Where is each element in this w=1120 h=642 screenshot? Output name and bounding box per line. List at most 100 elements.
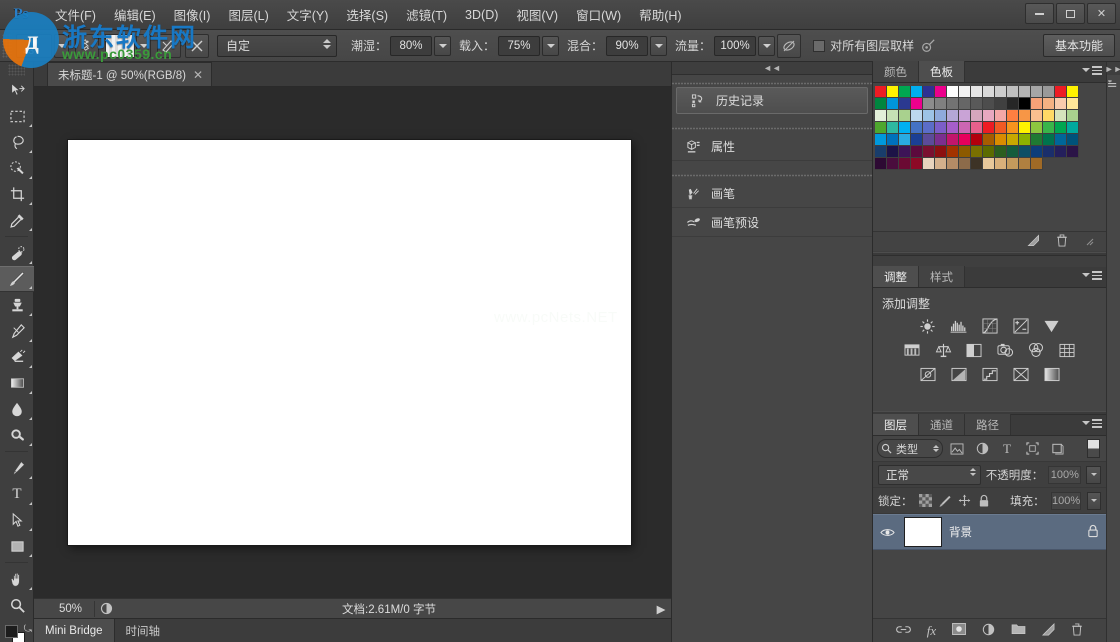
color-swatch[interactable] bbox=[1055, 98, 1067, 110]
swatch-grid[interactable] bbox=[873, 83, 1106, 170]
quick-selection-tool[interactable] bbox=[0, 155, 34, 181]
lock-position-icon[interactable] bbox=[958, 493, 971, 509]
canvas-document[interactable] bbox=[68, 140, 631, 545]
new-group-icon[interactable] bbox=[1011, 623, 1026, 638]
color-swatch[interactable] bbox=[1019, 98, 1031, 110]
color-swatch[interactable] bbox=[1007, 146, 1019, 158]
eyedropper-tool[interactable] bbox=[0, 207, 34, 233]
menu-view[interactable]: 视图(V) bbox=[507, 1, 567, 28]
maximize-button[interactable] bbox=[1056, 3, 1085, 24]
workspace-switcher-button[interactable]: 基本功能 bbox=[1042, 34, 1115, 57]
exposure-icon[interactable] bbox=[1010, 316, 1032, 336]
color-swatch[interactable] bbox=[971, 146, 983, 158]
color-swatch[interactable] bbox=[1055, 86, 1067, 98]
color-swatch[interactable] bbox=[995, 98, 1007, 110]
color-lookup-icon[interactable] bbox=[1056, 340, 1078, 360]
tab-color[interactable]: 颜色 bbox=[873, 61, 919, 82]
menu-type[interactable]: 文字(Y) bbox=[278, 1, 338, 28]
color-swatch[interactable] bbox=[995, 110, 1007, 122]
color-swatch[interactable] bbox=[1007, 134, 1019, 146]
color-swatch[interactable] bbox=[947, 158, 959, 170]
filter-smart-icon[interactable] bbox=[1046, 439, 1068, 459]
color-swatch[interactable] bbox=[935, 86, 947, 98]
mixer-color-dropdown-arrow[interactable] bbox=[136, 33, 151, 58]
tab-swatches[interactable]: 色板 bbox=[919, 61, 965, 82]
crop-tool[interactable] bbox=[0, 181, 34, 207]
color-swatch[interactable] bbox=[935, 110, 947, 122]
options-bar-grip[interactable] bbox=[2, 33, 12, 58]
color-swatch[interactable] bbox=[971, 86, 983, 98]
panel-item-properties[interactable]: 属性 bbox=[672, 132, 872, 161]
color-swatch[interactable] bbox=[899, 146, 911, 158]
layer-thumbnail[interactable] bbox=[904, 517, 942, 547]
gradient-tool[interactable] bbox=[0, 370, 34, 396]
blur-tool[interactable] bbox=[0, 396, 34, 422]
color-swatch[interactable] bbox=[995, 134, 1007, 146]
color-swatch[interactable] bbox=[911, 98, 923, 110]
color-swatch[interactable] bbox=[1031, 122, 1043, 134]
panel-item-brush[interactable]: 画笔 bbox=[672, 179, 872, 208]
brush-tool[interactable] bbox=[0, 266, 34, 292]
color-swatch[interactable] bbox=[971, 98, 983, 110]
color-swatch[interactable] bbox=[887, 158, 899, 170]
fill-value[interactable]: 100% bbox=[1050, 491, 1082, 510]
layer-style-fx-icon[interactable]: fx bbox=[927, 623, 936, 639]
color-swatch[interactable] bbox=[1043, 122, 1055, 134]
filter-shape-icon[interactable] bbox=[1021, 439, 1043, 459]
color-swatch[interactable] bbox=[1067, 122, 1079, 134]
color-swatch[interactable] bbox=[875, 122, 887, 134]
lasso-tool[interactable] bbox=[0, 129, 34, 155]
color-swatch[interactable] bbox=[923, 86, 935, 98]
tab-layers[interactable]: 图层 bbox=[873, 414, 919, 435]
panel-item-brush-presets[interactable]: 画笔预设 bbox=[672, 208, 872, 237]
color-balance-icon[interactable] bbox=[932, 340, 954, 360]
foreground-background-color[interactable]: ⤿ bbox=[0, 622, 34, 642]
color-swatch[interactable] bbox=[899, 158, 911, 170]
tab-channels[interactable]: 通道 bbox=[919, 414, 965, 435]
color-swatch[interactable] bbox=[995, 86, 1007, 98]
color-swatch[interactable] bbox=[1031, 146, 1043, 158]
menu-select[interactable]: 选择(S) bbox=[337, 1, 397, 28]
panel-group-grip[interactable] bbox=[672, 124, 872, 132]
color-swatch[interactable] bbox=[1007, 98, 1019, 110]
color-swatch[interactable] bbox=[995, 122, 1007, 134]
threshold-icon[interactable] bbox=[979, 364, 1001, 384]
tab-timeline[interactable]: 时间轴 bbox=[115, 619, 172, 642]
menu-file[interactable]: 文件(F) bbox=[46, 1, 105, 28]
load-brush-icon[interactable] bbox=[157, 33, 181, 58]
opacity-dropdown-icon[interactable] bbox=[1086, 465, 1101, 484]
color-swatch[interactable] bbox=[983, 158, 995, 170]
color-swatch[interactable] bbox=[947, 146, 959, 158]
path-selection-tool[interactable] bbox=[0, 507, 34, 533]
levels-icon[interactable] bbox=[948, 316, 970, 336]
vibrance-icon[interactable] bbox=[1041, 316, 1063, 336]
color-swatch[interactable] bbox=[983, 86, 995, 98]
lock-all-icon[interactable] bbox=[977, 493, 990, 509]
color-swatch[interactable] bbox=[923, 122, 935, 134]
sample-all-layers-checkbox[interactable] bbox=[813, 39, 826, 52]
color-swatch[interactable] bbox=[971, 122, 983, 134]
new-fill-adjustment-icon[interactable] bbox=[982, 623, 995, 639]
color-swatch[interactable] bbox=[959, 86, 971, 98]
color-swatch[interactable] bbox=[959, 134, 971, 146]
color-swatch[interactable] bbox=[899, 110, 911, 122]
color-swatch[interactable] bbox=[959, 98, 971, 110]
color-swatch[interactable] bbox=[1043, 98, 1055, 110]
color-swatch[interactable] bbox=[911, 86, 923, 98]
color-swatch[interactable] bbox=[887, 122, 899, 134]
panel-group-grip[interactable] bbox=[672, 171, 872, 179]
color-swatch[interactable] bbox=[947, 122, 959, 134]
color-swatch[interactable] bbox=[887, 134, 899, 146]
new-swatch-icon[interactable] bbox=[1027, 233, 1040, 250]
color-swatch[interactable] bbox=[983, 110, 995, 122]
layer-filter-kind-combo[interactable]: 类型 bbox=[877, 439, 943, 458]
menu-layer[interactable]: 图层(L) bbox=[219, 1, 277, 28]
color-swatch[interactable] bbox=[923, 146, 935, 158]
color-swatch[interactable] bbox=[1007, 86, 1019, 98]
color-swatch[interactable] bbox=[1019, 122, 1031, 134]
color-swatch[interactable] bbox=[947, 86, 959, 98]
panel-splitter[interactable] bbox=[873, 252, 1106, 256]
airbrush-icon[interactable] bbox=[777, 33, 802, 58]
color-swatch[interactable] bbox=[899, 86, 911, 98]
layers-panel-menu-icon[interactable] bbox=[1082, 419, 1102, 428]
